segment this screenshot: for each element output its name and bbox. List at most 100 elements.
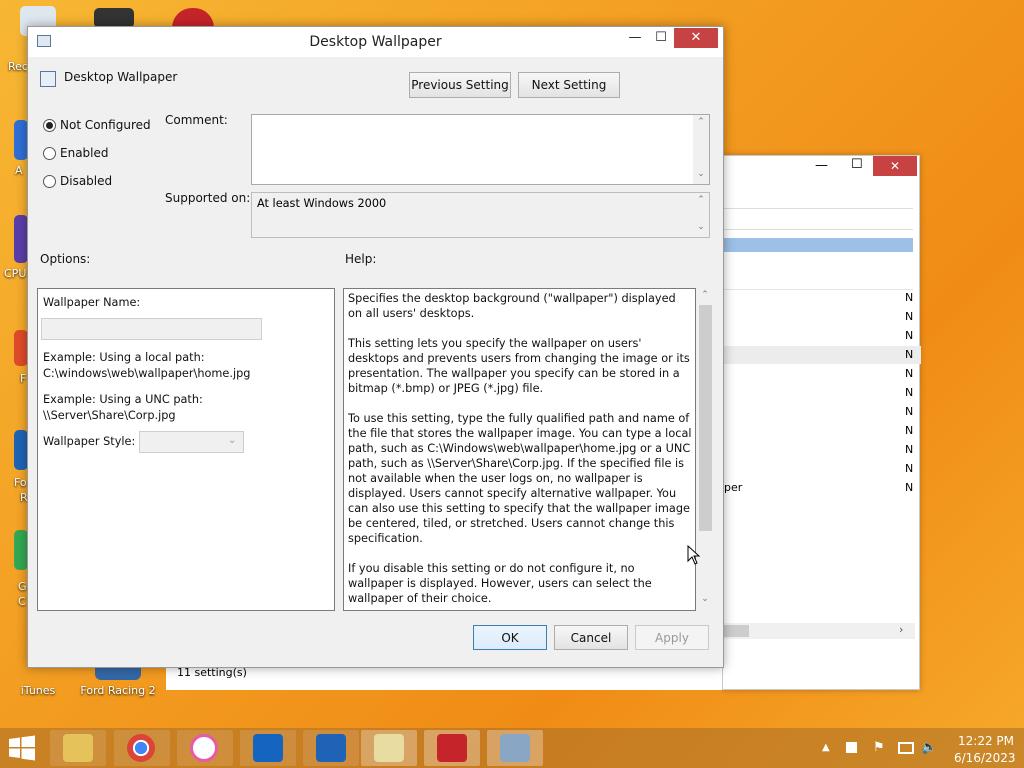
close-button[interactable]: ✕ xyxy=(873,156,917,176)
itunes-icon xyxy=(190,734,218,762)
supported-scrollbar[interactable]: ⌃ ⌄ xyxy=(693,193,709,237)
help-label: Help: xyxy=(345,252,377,266)
maximize-button[interactable]: ☐ xyxy=(648,28,674,48)
list-item-partial-text: per xyxy=(724,481,743,494)
taskbar-game[interactable] xyxy=(424,730,480,766)
comment-scrollbar[interactable]: ⌃ ⌄ xyxy=(693,115,709,184)
ford-racing-icon xyxy=(316,734,346,762)
scroll-up-arrow[interactable]: ⌃ xyxy=(693,117,709,127)
options-pane: Wallpaper Name: Example: Using a local p… xyxy=(37,288,335,611)
radio-disabled-label[interactable]: Disabled xyxy=(60,174,112,188)
maximize-button[interactable]: ☐ xyxy=(851,157,863,172)
help-paragraph: If you disable this setting or do not co… xyxy=(348,562,652,605)
minimize-button[interactable]: — xyxy=(815,158,828,173)
scrollbar-thumb[interactable] xyxy=(723,625,749,637)
radio-not-configured[interactable] xyxy=(43,119,56,132)
taskbar xyxy=(0,728,1024,768)
hover-row xyxy=(723,346,921,364)
radio-enabled-label[interactable]: Enabled xyxy=(60,146,109,160)
desktop-edge-label: Rec xyxy=(8,60,28,73)
desktop-icon-label: iTunes xyxy=(20,684,56,697)
wallpaper-style-select[interactable]: ⌄ xyxy=(139,431,244,453)
desktop-edge-label: C xyxy=(18,595,26,608)
chrome-icon xyxy=(127,734,155,762)
scroll-down-arrow[interactable]: ⌄ xyxy=(693,169,709,179)
wallpaper-style-label: Wallpaper Style: xyxy=(43,435,136,448)
desktop-edge-label: CPU xyxy=(4,267,27,280)
scroll-down-arrow[interactable]: ⌄ xyxy=(693,222,709,232)
policy-name: Desktop Wallpaper xyxy=(64,70,178,84)
radio-disabled[interactable] xyxy=(43,175,56,188)
background-window[interactable]: — ☐ ✕ › xyxy=(722,155,921,690)
supported-on-label: Supported on: xyxy=(165,191,251,205)
app-icon[interactable] xyxy=(14,430,28,470)
local-path-example: C:\windows\web\wallpaper\home.jpg xyxy=(43,367,251,380)
clock-date[interactable]: 6/16/2023 xyxy=(954,751,1016,765)
supported-on-field: At least Windows 2000 ⌃ ⌄ xyxy=(251,192,710,238)
monitor-icon xyxy=(500,734,530,762)
file-explorer-icon xyxy=(63,734,93,762)
start-button[interactable] xyxy=(8,735,38,761)
chrome-desktop-icon[interactable] xyxy=(14,530,28,570)
chevron-down-icon: ⌄ xyxy=(228,435,237,446)
comment-textarea[interactable]: ⌃ ⌄ xyxy=(251,114,710,185)
fileline-icon xyxy=(253,734,283,762)
list-item-mark: N xyxy=(905,310,914,323)
wallpaper-name-input[interactable] xyxy=(41,318,262,340)
help-paragraph: To use this setting, type the fully qual… xyxy=(348,412,692,545)
volume-icon[interactable]: 🔈 xyxy=(921,740,937,755)
apply-button[interactable]: Apply xyxy=(635,625,709,650)
cancel-button[interactable]: Cancel xyxy=(554,625,628,650)
list-item-mark: N xyxy=(905,481,914,494)
minimize-button[interactable]: — xyxy=(622,28,648,48)
taskbar-ford-racing[interactable] xyxy=(303,730,359,766)
horizontal-scrollbar[interactable]: › xyxy=(723,623,915,639)
dialog-title: Desktop Wallpaper xyxy=(309,34,442,50)
help-text: Specifies the desktop background ("wallp… xyxy=(348,291,693,610)
policy-setting-icon xyxy=(40,71,56,87)
column-header xyxy=(723,254,913,290)
scroll-right-arrow[interactable]: › xyxy=(899,623,903,636)
cpu-icon[interactable] xyxy=(14,215,28,263)
app-icon[interactable] xyxy=(14,330,28,366)
taskbar-fileline[interactable] xyxy=(240,730,296,766)
close-button[interactable]: ✕ xyxy=(674,28,718,48)
desktop-icon-label: Ford Racing 2 xyxy=(80,684,156,697)
toolbar-strip xyxy=(723,208,913,230)
scroll-down-arrow[interactable]: ⌄ xyxy=(697,594,713,604)
dialog-titlebar[interactable]: Desktop Wallpaper — ☐ ✕ xyxy=(28,27,723,57)
list-item-mark: N xyxy=(905,291,914,304)
taskbar-notepad[interactable] xyxy=(361,730,417,766)
notepad-icon xyxy=(374,734,404,762)
flag-icon[interactable]: ⚑ xyxy=(873,740,885,755)
scroll-up-arrow[interactable]: ⌃ xyxy=(693,195,709,205)
radio-enabled[interactable] xyxy=(43,147,56,160)
network-icon[interactable] xyxy=(898,742,914,754)
game-desktop-icon[interactable] xyxy=(172,8,214,28)
list-item-mark: N xyxy=(905,405,914,418)
taskbar-file-explorer[interactable] xyxy=(50,730,106,766)
next-setting-button[interactable]: Next Setting xyxy=(518,72,620,98)
scrollbar-thumb[interactable] xyxy=(699,305,712,531)
ok-button[interactable]: OK xyxy=(473,625,547,650)
unc-path-example-title: Example: Using a UNC path: xyxy=(43,393,203,406)
clock-time[interactable]: 12:22 PM xyxy=(958,734,1014,748)
taskbar-monitor[interactable] xyxy=(487,730,543,766)
list-item-mark: N xyxy=(905,386,914,399)
wallpaper-name-label: Wallpaper Name: xyxy=(43,296,141,309)
desktop-edge-label: G xyxy=(18,580,27,593)
desktop-edge-label: A xyxy=(15,164,23,177)
previous-setting-button[interactable]: Previous Setting xyxy=(409,72,511,98)
show-hidden-icons-chevron-icon[interactable]: ▲ xyxy=(822,742,830,753)
app-icon[interactable] xyxy=(14,120,28,160)
taskbar-chrome[interactable] xyxy=(114,730,170,766)
unc-path-example: \\Server\Share\Corp.jpg xyxy=(43,409,176,422)
stop-icon[interactable] xyxy=(846,742,857,753)
taskbar-itunes[interactable] xyxy=(177,730,233,766)
supported-on-value: At least Windows 2000 xyxy=(257,197,387,210)
desktop-wallpaper-dialog[interactable]: Desktop Wallpaper — ☐ ✕ Desktop Wallpape… xyxy=(27,26,724,668)
scroll-up-arrow[interactable]: ⌃ xyxy=(697,290,713,300)
media-icon[interactable] xyxy=(94,8,134,28)
radio-not-configured-label[interactable]: Not Configured xyxy=(60,118,151,132)
list-item-mark: N xyxy=(905,348,914,361)
